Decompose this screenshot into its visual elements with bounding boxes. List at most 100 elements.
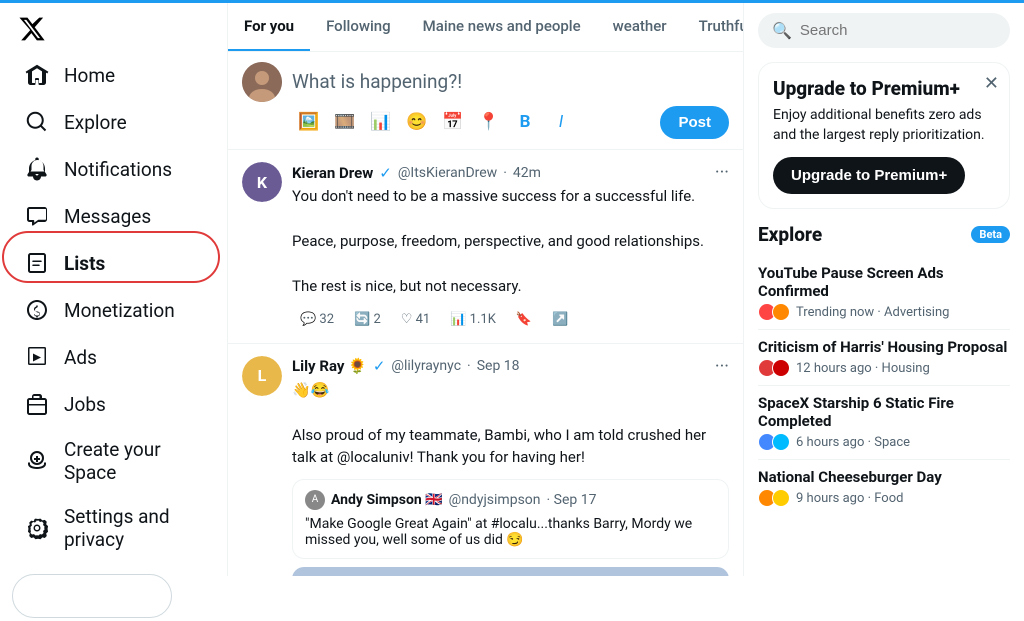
upgrade-button[interactable]: Upgrade to Premium+: [773, 157, 965, 194]
search-input[interactable]: [800, 22, 999, 39]
x-logo[interactable]: [12, 15, 52, 43]
quoted-handle: @ndyjsimpson: [449, 492, 541, 508]
sidebar-item-label: Lists: [64, 252, 105, 275]
sidebar-item-explore[interactable]: Explore: [8, 99, 219, 145]
bold-icon[interactable]: B: [508, 105, 542, 139]
tweet-action-button[interactable]: 📊 1.1K: [442, 308, 504, 331]
sidebar-item-label: Settings and privacy: [64, 505, 203, 551]
quoted-time: · Sep 17: [547, 492, 597, 508]
trend-meta-text: 12 hours ago · Housing: [796, 361, 930, 376]
sidebar-item-label: Jobs: [64, 393, 106, 416]
explore-icon: [24, 109, 50, 135]
tweet-avatar[interactable]: L: [242, 356, 282, 396]
sidebar: Home Explore Notifications Messages Lists Mon…: [0, 3, 228, 576]
sidebar-nav: Home Explore Notifications Messages Lists Mon…: [0, 51, 227, 562]
quoted-text: "Make Google Great Again" at #localu...t…: [305, 516, 716, 548]
ads-icon: [24, 344, 50, 370]
trend-avatars: [758, 433, 790, 451]
tab-for-you[interactable]: For you: [228, 3, 310, 51]
trend-meta: Trending now · Advertising: [758, 303, 1010, 321]
trend-item[interactable]: Criticism of Harris' Housing Proposal 12 …: [758, 330, 1010, 386]
trend-title: Criticism of Harris' Housing Proposal: [758, 338, 1010, 356]
sidebar-item-label: Notifications: [64, 158, 172, 181]
tweet-header: Lily Ray 🌻✓@lilyraynyc·Sep 18···: [292, 356, 729, 377]
tab-following[interactable]: Following: [310, 3, 407, 51]
trend-title: National Cheeseburger Day: [758, 468, 1010, 486]
tweet-time: 42m: [513, 165, 541, 181]
trend-avatar: [772, 433, 790, 451]
tweet-action-button[interactable]: 🔄 2: [346, 308, 389, 331]
sidebar-item-messages[interactable]: Messages: [8, 193, 219, 239]
sidebar-item-lists[interactable]: Lists: [8, 240, 219, 286]
sidebar-item-home[interactable]: Home: [8, 52, 219, 98]
schedule-icon[interactable]: 📅: [436, 105, 470, 139]
sidebar-cta: [12, 574, 215, 621]
tweet-action-button[interactable]: 💬 32: [292, 308, 342, 331]
premium-description: Enjoy additional benefits zero ads and t…: [773, 106, 995, 145]
sidebar-item-notifications[interactable]: Notifications: [8, 146, 219, 192]
location-icon[interactable]: 📍: [472, 105, 506, 139]
lists-icon: [24, 250, 50, 276]
sidebar-item-ads[interactable]: Ads: [8, 334, 219, 380]
sidebar-item-label: Explore: [64, 111, 127, 134]
home-icon: [24, 62, 50, 88]
gif-icon[interactable]: 🎞️: [328, 105, 362, 139]
verified-badge: ✓: [379, 164, 392, 182]
jobs-icon: [24, 391, 50, 417]
tweet-action-button[interactable]: ↗️: [544, 308, 576, 331]
tweet-more-button[interactable]: ···: [715, 356, 729, 377]
compose-placeholder[interactable]: What is happening?!: [292, 62, 729, 97]
tweet-more-button[interactable]: ···: [715, 162, 729, 183]
quoted-author-name: Andy Simpson 🇬🇧: [331, 492, 443, 508]
tweet-author-name[interactable]: Kieran Drew: [292, 164, 373, 182]
sidebar-item-label: Ads: [64, 346, 97, 369]
tweet-avatar[interactable]: K: [242, 162, 282, 202]
sidebar-cta-button[interactable]: [12, 574, 172, 618]
trend-avatar: [772, 359, 790, 377]
sidebar-item-jobs[interactable]: Jobs: [8, 381, 219, 427]
monetization-icon: [24, 297, 50, 323]
italic-icon[interactable]: I: [544, 105, 578, 139]
trend-item[interactable]: National Cheeseburger Day 9 hours ago · F…: [758, 460, 1010, 515]
tweet-text: 👋😂Also proud of my teammate, Bambi, who …: [292, 379, 729, 469]
sidebar-item-settings[interactable]: Settings and privacy: [8, 495, 219, 561]
tweet-feed: KKieran Drew✓@ItsKieranDrew·42m···You do…: [228, 150, 743, 576]
search-bar[interactable]: 🔍: [758, 13, 1010, 48]
tweet-handle: @ItsKieranDrew: [398, 165, 497, 181]
tab-truthful-media[interactable]: Truthful media: [683, 3, 743, 51]
quoted-tweet[interactable]: A Andy Simpson 🇬🇧 @ndyjsimpson · Sep 17 "Mak…: [292, 479, 729, 559]
trend-meta-text: 9 hours ago · Food: [796, 491, 903, 506]
emoji-icon[interactable]: 😊: [400, 105, 434, 139]
trend-title: SpaceX Starship 6 Static Fire Completed: [758, 394, 1010, 430]
trend-meta: 9 hours ago · Food: [758, 489, 1010, 507]
compose-right: What is happening?! 🖼️ 🎞️ 📊 😊 📅 📍 B I Po…: [292, 62, 729, 139]
tweet-handle: @lilyraynyc: [391, 358, 461, 374]
tab-weather[interactable]: weather: [597, 3, 683, 51]
quoted-avatar: A: [305, 490, 325, 510]
post-button[interactable]: Post: [660, 106, 729, 139]
right-sidebar: 🔍 ✕ Upgrade to Premium+ Enjoy additional…: [744, 3, 1024, 576]
tweet-action-button[interactable]: ♡ 41: [393, 308, 439, 331]
trend-title: YouTube Pause Screen Ads Confirmed: [758, 264, 1010, 300]
trend-item[interactable]: SpaceX Starship 6 Static Fire Completed6…: [758, 386, 1010, 460]
media-icon[interactable]: 🖼️: [292, 105, 326, 139]
trend-avatar: [772, 303, 790, 321]
trend-item[interactable]: YouTube Pause Screen Ads Confirmed Trendi…: [758, 256, 1010, 330]
tweet-content: Kieran Drew✓@ItsKieranDrew·42m···You don…: [292, 162, 729, 331]
sidebar-item-label: Monetization: [64, 299, 175, 322]
tab-maine-news[interactable]: Maine news and people: [407, 3, 597, 51]
tweet-author-name[interactable]: Lily Ray 🌻: [292, 357, 367, 375]
sidebar-item-create-space[interactable]: Create your Space: [8, 428, 219, 494]
sidebar-item-monetization[interactable]: Monetization: [8, 287, 219, 333]
trend-avatars: [758, 303, 790, 321]
beta-badge: Beta: [971, 226, 1010, 243]
trends-list: YouTube Pause Screen Ads Confirmed Trendi…: [758, 256, 1010, 515]
main-content: For youFollowingMaine news and peoplewea…: [228, 3, 744, 576]
trend-meta-text: Trending now · Advertising: [796, 305, 949, 320]
compose-toolbar: 🖼️ 🎞️ 📊 😊 📅 📍 B I Post: [292, 105, 729, 139]
tweet-action-button[interactable]: 🔖: [508, 308, 540, 331]
tweet-content: Lily Ray 🌻✓@lilyraynyc·Sep 18···👋😂Also p…: [292, 356, 729, 577]
close-icon[interactable]: ✕: [984, 73, 999, 94]
trend-avatar: [772, 489, 790, 507]
poll-icon[interactable]: 📊: [364, 105, 398, 139]
